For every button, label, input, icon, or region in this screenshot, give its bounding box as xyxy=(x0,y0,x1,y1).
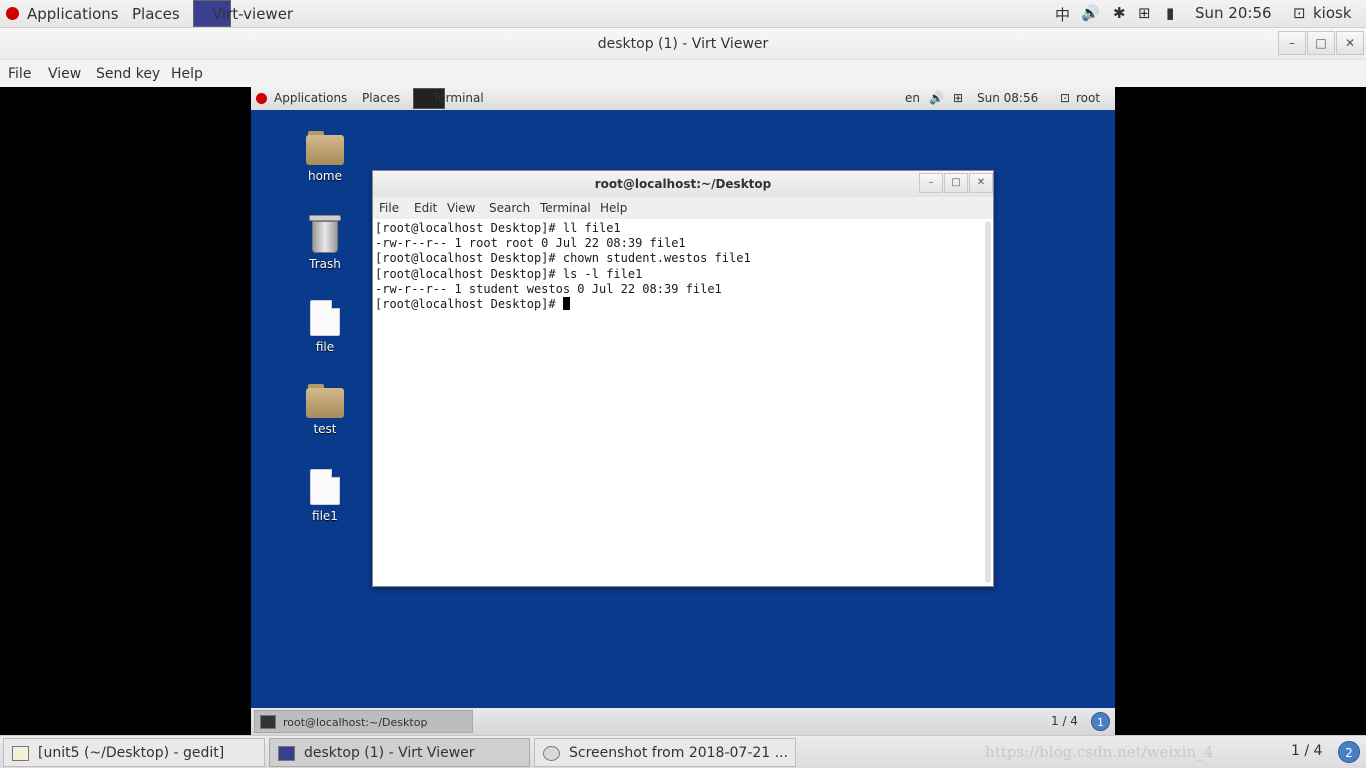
host-top-panel: Applications Places Virt-viewer 中 🔊 ✱ ⊞ … xyxy=(0,0,1366,28)
taskbar-gedit[interactable]: [unit5 (~/Desktop) - gedit] xyxy=(3,738,265,767)
guest-user-icon[interactable]: ⊡ xyxy=(1060,91,1070,105)
menu-help[interactable]: Help xyxy=(171,66,203,82)
taskbar-virt-viewer[interactable]: desktop (1) - Virt Viewer xyxy=(269,738,530,767)
guest-taskbar-terminal[interactable]: root@localhost:~/Desktop xyxy=(254,710,473,733)
guest-clock[interactable]: Sun 08:56 xyxy=(977,91,1038,105)
terminal-menu-terminal[interactable]: Terminal xyxy=(540,201,591,215)
viewer-menubar: File View Send key Help xyxy=(0,60,1366,87)
redhat-logo-icon xyxy=(6,7,19,20)
terminal-menubar: File Edit View Search Terminal Help xyxy=(373,197,993,219)
guest-top-panel: Applications Places Terminal en 🔊 ⊞ Sun … xyxy=(251,87,1115,110)
guest-active-task[interactable]: Terminal xyxy=(433,91,484,105)
guest-user-menu[interactable]: root xyxy=(1076,91,1100,105)
taskbar-screenshot[interactable]: Screenshot from 2018-07-21 ... xyxy=(534,738,796,767)
guest-bottom-panel: root@localhost:~/Desktop 1 / 4 1 xyxy=(251,708,1115,735)
places-menu[interactable]: Places xyxy=(132,5,180,23)
guest-workspace-button[interactable]: 1 xyxy=(1091,712,1110,731)
terminal-output[interactable]: [root@localhost Desktop]# ll file1 -rw-r-… xyxy=(373,219,983,586)
desktop-icon-file[interactable]: file xyxy=(290,300,360,354)
guest-redhat-logo-icon xyxy=(256,93,267,104)
terminal-prompt: [root@localhost Desktop]# xyxy=(375,297,563,312)
window-title: desktop (1) - Virt Viewer xyxy=(597,36,769,52)
guest-volume-icon[interactable]: 🔊 xyxy=(929,91,944,105)
terminal-title: root@localhost:~/Desktop xyxy=(373,171,993,197)
clock[interactable]: Sun 20:56 xyxy=(1195,4,1272,22)
terminal-window[interactable]: root@localhost:~/Desktop – □ ✕ File Edit… xyxy=(372,170,994,587)
guest-workspace-pager[interactable]: 1 / 4 xyxy=(1051,714,1078,728)
menu-file[interactable]: File xyxy=(8,66,31,82)
terminal-close-button[interactable]: ✕ xyxy=(969,173,993,193)
menu-view[interactable]: View xyxy=(48,66,81,82)
document-icon xyxy=(310,469,340,505)
terminal-menu-file[interactable]: File xyxy=(379,201,399,215)
terminal-maximize-button[interactable]: □ xyxy=(944,173,968,193)
guest-desktop[interactable]: Applications Places Terminal en 🔊 ⊞ Sun … xyxy=(251,87,1115,735)
image-viewer-icon xyxy=(543,746,560,761)
desktop-icon-home[interactable]: home xyxy=(290,131,360,183)
terminal-line: [root@localhost Desktop]# ls -l file1 xyxy=(375,266,643,281)
terminal-scrollbar[interactable] xyxy=(985,221,991,583)
active-task-title[interactable]: Virt-viewer xyxy=(212,5,293,23)
host-bottom-panel: [unit5 (~/Desktop) - gedit] desktop (1) … xyxy=(0,735,1366,768)
document-icon xyxy=(310,300,340,336)
home-folder-icon xyxy=(306,131,344,165)
terminal-line: [root@localhost Desktop]# ll file1 xyxy=(375,221,621,235)
desktop-icon-test[interactable]: test xyxy=(290,384,360,436)
terminal-menu-help[interactable]: Help xyxy=(600,201,627,215)
desktop-icon-file1[interactable]: file1 xyxy=(290,469,360,523)
user-icon[interactable]: ⊡ xyxy=(1293,4,1306,22)
gedit-icon xyxy=(12,746,29,761)
watermark: https://blog.csdn.net/weixin_4 xyxy=(985,743,1214,761)
applications-menu[interactable]: Applications xyxy=(27,5,119,23)
terminal-cursor xyxy=(562,297,570,311)
workspace-button[interactable]: 2 xyxy=(1338,741,1360,763)
desktop-icon-trash[interactable]: Trash xyxy=(290,213,360,271)
terminal-menu-view[interactable]: View xyxy=(447,201,475,215)
volume-icon[interactable]: 🔊 xyxy=(1081,4,1100,22)
guest-network-icon[interactable]: ⊞ xyxy=(953,91,963,105)
guest-applications-menu[interactable]: Applications xyxy=(274,91,347,105)
folder-icon xyxy=(306,384,344,418)
guest-lang-indicator[interactable]: en xyxy=(905,91,920,105)
terminal-minimize-button[interactable]: – xyxy=(919,173,943,193)
terminal-menu-edit[interactable]: Edit xyxy=(414,201,437,215)
workspace-pager[interactable]: 1 / 4 xyxy=(1291,743,1322,759)
maximize-button[interactable]: □ xyxy=(1307,31,1335,55)
terminal-prompt-line[interactable]: [root@localhost Desktop]# xyxy=(375,297,983,312)
menu-send-key[interactable]: Send key xyxy=(96,66,160,82)
network-icon[interactable]: ⊞ xyxy=(1138,4,1151,22)
guest-places-menu[interactable]: Places xyxy=(362,91,400,105)
viewer-titlebar: desktop (1) - Virt Viewer – □ ✕ xyxy=(0,28,1366,60)
terminal-menu-search[interactable]: Search xyxy=(489,201,530,215)
terminal-line: -rw-r--r-- 1 student westos 0 Jul 22 08:… xyxy=(375,281,722,296)
bluetooth-icon[interactable]: ✱ xyxy=(1113,4,1126,22)
minimize-button[interactable]: – xyxy=(1278,31,1306,55)
terminal-line: -rw-r--r-- 1 root root 0 Jul 22 08:39 fi… xyxy=(375,236,686,251)
input-method-indicator[interactable]: 中 xyxy=(1055,4,1070,25)
close-button[interactable]: ✕ xyxy=(1336,31,1364,55)
terminal-icon xyxy=(260,715,276,729)
terminal-line: [root@localhost Desktop]# chown student.… xyxy=(375,251,751,266)
trash-icon xyxy=(309,213,341,253)
virt-viewer-icon xyxy=(278,746,295,761)
user-menu[interactable]: kiosk xyxy=(1313,4,1352,22)
battery-icon[interactable]: ▮ xyxy=(1166,4,1174,22)
